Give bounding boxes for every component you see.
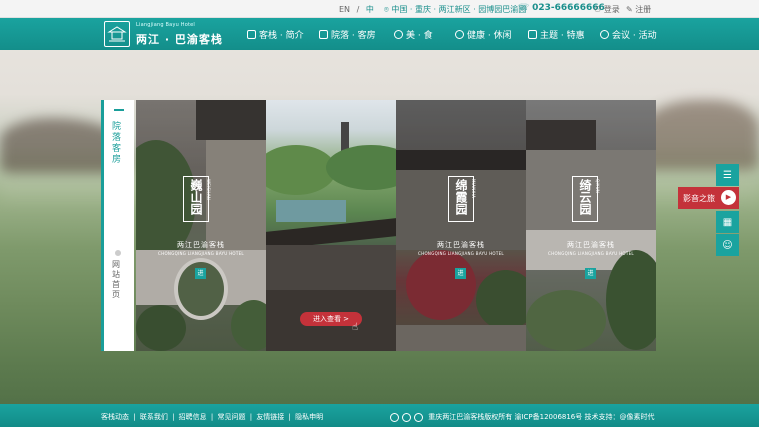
login-link[interactable]: ⚇ 登录 (594, 4, 620, 15)
main-navigation: Liangjiang Bayu Hotel 两江 · 巴渝客栈 客栈 · 简介 … (0, 18, 759, 50)
qq-button[interactable]: ☺ (716, 234, 739, 256)
nav-item-rooms[interactable]: 院落 · 客房 (319, 28, 376, 41)
panel-title-box: 绮云园 QIYUN (572, 176, 600, 222)
lang-en-link[interactable]: EN (339, 5, 350, 14)
panel-hotel-name: 两江巴渝客栈 (567, 241, 615, 249)
footer-copyright: 重庆两江巴渝客栈版权所有 渝ICP备12006816号 技术支持：@像素时代 (390, 412, 655, 422)
panel-hotel-en: CHONGQING LIANGJIANG BAYU HOTEL (158, 251, 244, 256)
panel-overlay (396, 100, 526, 351)
qq-icon[interactable] (414, 412, 423, 422)
panel-hotel-name: 两江巴渝客栈 (177, 241, 225, 249)
footer-link-friends[interactable]: 友情链接 (256, 413, 284, 421)
qrcode-icon: ▦ (722, 216, 733, 228)
leaf-icon (455, 30, 464, 39)
panel-hotel-en: CHONGQING LIANGJIANG BAYU HOTEL (418, 251, 504, 256)
play-icon: ▶ (721, 190, 736, 205)
panel-hotel-en: CHONGQING LIANGJIANG BAYU HOTEL (548, 251, 634, 256)
lang-separator: / (356, 5, 360, 14)
language-switch: EN / 中 (339, 4, 374, 15)
message-button[interactable]: ☰ (716, 164, 739, 186)
chat-icon (600, 30, 609, 39)
panel-mianxia[interactable]: 绵霞园 MIANXIA 两江巴渝客栈 CHONGQING LIANGJIANG … (396, 100, 526, 351)
top-bar: EN / 中 ⌾ 中国 · 重庆 · 两江新区 · 园博园巴渝园 ☏ 023-6… (0, 0, 759, 18)
footer-link-jobs[interactable]: 招聘信息 (179, 413, 207, 421)
nav-item-offers[interactable]: 主题 · 特惠 (528, 28, 585, 41)
footer-links: 客栈动态 | 联系我们 | 招聘信息 | 常见问题 | 友情链接 | 隐私申明 (101, 413, 324, 421)
panel-title-box: 巍山园 WEISHAN (183, 176, 211, 222)
side-tab-marker (114, 105, 124, 111)
qq-icon: ☺ (722, 239, 733, 251)
nav-item-meetings[interactable]: 会议 · 活动 (600, 28, 657, 41)
video-tour-button[interactable]: 影音之旅 ▶ (678, 187, 739, 209)
panel-featured[interactable]: 进入查看 > ☝ (266, 100, 396, 351)
phone-icon: ☏ (518, 3, 533, 13)
hill-tree (326, 145, 396, 190)
panel-overlay (526, 100, 656, 351)
roof-tiles (266, 245, 396, 290)
footer-link-contact[interactable]: 联系我们 (140, 413, 168, 421)
enter-button[interactable]: 进 (195, 268, 206, 279)
side-home-link[interactable]: 网站首页 (112, 260, 124, 300)
panel-weishan[interactable]: 巍山园 WEISHAN 两江巴渝客栈 CHONGQING LIANGJIANG … (136, 100, 266, 351)
home-icon (247, 30, 256, 39)
footer: 客栈动态 | 联系我们 | 招聘信息 | 常见问题 | 友情链接 | 隐私申明 … (0, 404, 759, 427)
panel-qiyun[interactable]: 绮云园 QIYUN 两江巴渝客栈 CHONGQING LIANGJIANG BA… (526, 100, 656, 351)
logo-pavilion-icon (107, 26, 127, 42)
footer-link-faq[interactable]: 常见问题 (217, 413, 245, 421)
brand-name: 两江 · 巴渝客栈 (136, 33, 223, 46)
logo-icon[interactable] (104, 21, 130, 47)
register-link[interactable]: ✎ 注册 (626, 4, 651, 15)
weibo-icon[interactable] (390, 412, 399, 422)
lake (276, 200, 346, 222)
qrcode-button[interactable]: ▦ (716, 211, 739, 233)
edit-icon: ✎ (626, 5, 636, 14)
panel-title-box: 绵霞园 MIANXIA (448, 176, 476, 222)
hand-cursor-icon: ☝ (352, 322, 359, 333)
footer-link-news[interactable]: 客栈动态 (101, 413, 129, 421)
food-icon (394, 30, 403, 39)
nav-item-health[interactable]: 健康 · 休闲 (455, 28, 512, 41)
side-tab: 院落客房 网站首页 (101, 100, 134, 351)
user-icon: ⚇ (594, 5, 604, 14)
footer-link-privacy[interactable]: 隐私申明 (295, 413, 323, 421)
enter-button[interactable]: 进 (585, 268, 596, 279)
wechat-icon[interactable] (402, 412, 411, 422)
side-active-label[interactable]: 院落客房 (112, 122, 124, 166)
location-text: ⌾ 中国 · 重庆 · 两江新区 · 园博园巴渝园 (384, 5, 527, 14)
side-dot (115, 250, 121, 256)
building-icon (319, 30, 328, 39)
nav-item-intro[interactable]: 客栈 · 简介 (247, 28, 304, 41)
book-icon (528, 30, 537, 39)
background-roof-right (639, 100, 759, 170)
lang-zh-link[interactable]: 中 (366, 5, 374, 14)
brand-subtitle: Liangjiang Bayu Hotel (136, 22, 196, 28)
message-icon: ☰ (723, 169, 732, 181)
panel-overlay (136, 100, 266, 351)
phone-number: ☏ 023-66666666 (518, 3, 605, 13)
enter-button[interactable]: 进 (455, 268, 466, 279)
nav-item-food[interactable]: 美 · 食 (394, 28, 433, 41)
panel-hotel-name: 两江巴渝客栈 (437, 241, 485, 249)
